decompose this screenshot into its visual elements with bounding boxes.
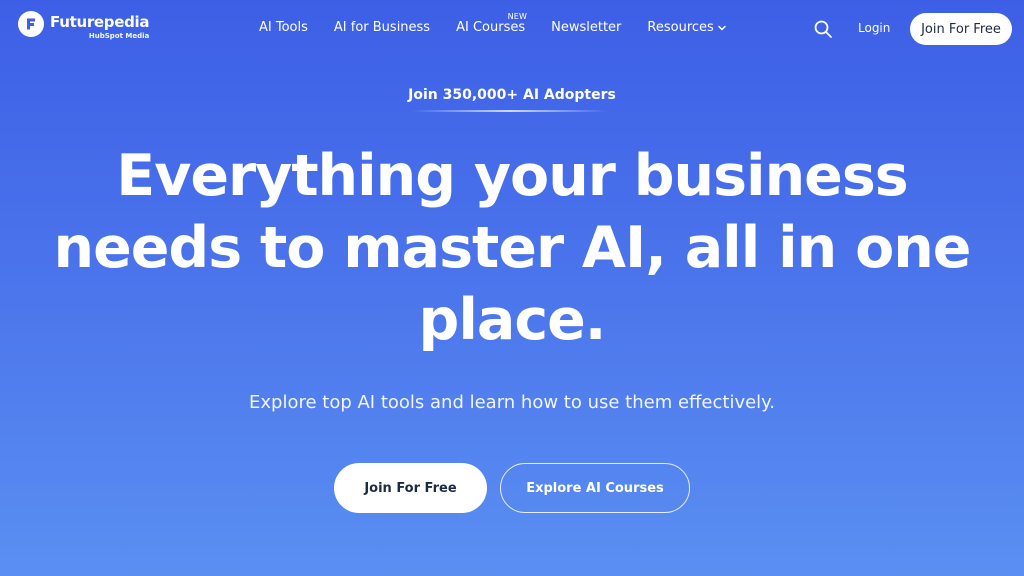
adopters-banner: Join 350,000+ AI Adopters	[408, 87, 616, 103]
nav-item-resources[interactable]: Resources	[647, 20, 726, 35]
nav-item-newsletter[interactable]: Newsletter	[551, 20, 621, 35]
nav-item-ai-courses[interactable]: AI Courses NEW	[456, 12, 527, 35]
nav-item-label: AI Courses	[456, 20, 526, 35]
nav-item-ai-for-business[interactable]: AI for Business	[334, 20, 430, 35]
nav-item-label: Resources	[647, 20, 714, 35]
adopters-underline	[412, 110, 608, 112]
nav-item-label: AI for Business	[333, 20, 431, 35]
new-badge: NEW	[507, 12, 528, 21]
search-icon[interactable]	[813, 19, 833, 39]
nav-item-label: AI Tools	[259, 20, 308, 35]
logo-text: Futurepedia HubSpot Media	[50, 11, 150, 40]
hero-subheadline: Explore top AI tools and learn how to us…	[249, 392, 775, 413]
join-for-free-header-button[interactable]: Join For Free	[910, 13, 1012, 45]
futurepedia-logo-icon	[18, 11, 44, 37]
nav-item-label: Newsletter	[551, 20, 622, 35]
explore-ai-courses-button[interactable]: Explore AI Courses	[500, 463, 690, 513]
main-nav: AI Tools AI for Business AI Courses NEW …	[259, 12, 727, 35]
nav-item-ai-tools[interactable]: AI Tools	[259, 20, 308, 35]
login-link[interactable]: Login	[858, 21, 890, 35]
chevron-down-icon	[717, 23, 727, 33]
join-for-free-button[interactable]: Join For Free	[334, 463, 487, 513]
brand-subtitle: HubSpot Media	[88, 32, 150, 40]
futurepedia-logo[interactable]: Futurepedia HubSpot Media	[18, 11, 150, 40]
site-header: Futurepedia HubSpot Media AI Tools AI fo…	[0, 0, 1024, 58]
brand-name: Futurepedia	[50, 13, 150, 31]
hero-headline: Everything your business needs to master…	[53, 143, 972, 353]
